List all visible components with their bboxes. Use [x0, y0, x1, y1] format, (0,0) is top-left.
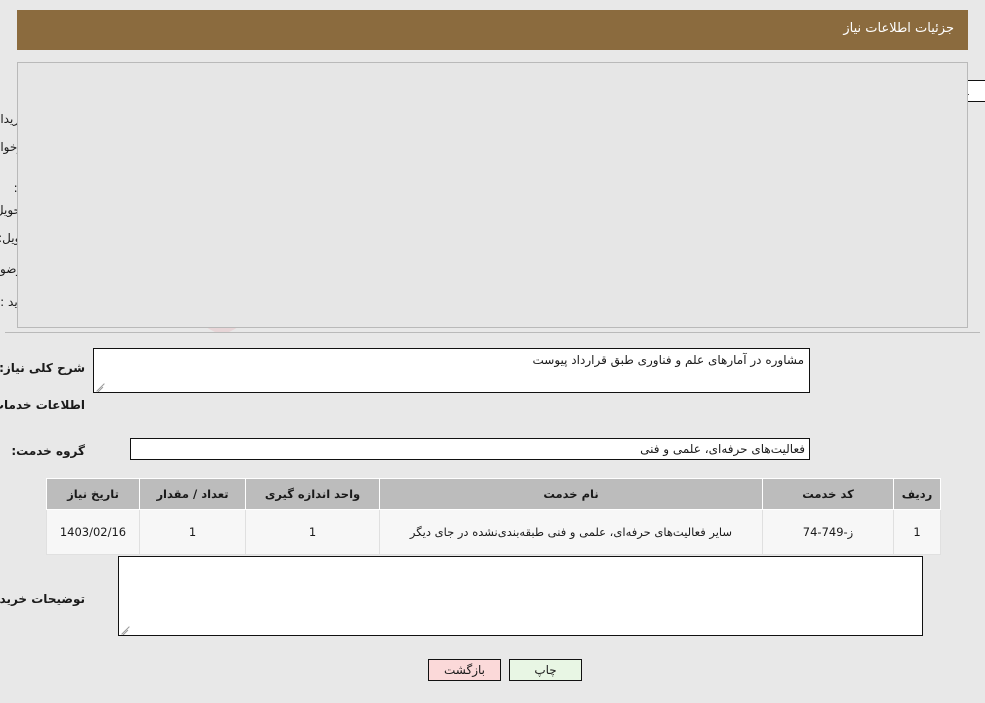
need-info-panel [17, 62, 968, 328]
col-row-no: ردیف [893, 478, 941, 510]
cell-service-name: سایر فعالیت‌های حرفه‌ای، علمی و فنی طبقه… [379, 509, 763, 555]
cell-unit: 1 [245, 509, 380, 555]
back-button[interactable]: بازگشت [428, 659, 501, 681]
col-quantity: تعداد / مقدار [139, 478, 246, 510]
col-unit: واحد اندازه گیری [245, 478, 380, 510]
cell-row-no: 1 [893, 509, 941, 555]
cell-need-date: 1403/02/16 [46, 509, 140, 555]
table-row: 1 ز-749-74 سایر فعالیت‌های حرفه‌ای، علمی… [46, 509, 941, 555]
cell-quantity: 1 [139, 509, 246, 555]
col-service-code: کد خدمت [762, 478, 894, 510]
page-header: جزئیات اطلاعات نیاز [17, 10, 968, 50]
table-header-row: ردیف کد خدمت نام خدمت واحد اندازه گیری ت… [46, 478, 941, 510]
print-button[interactable]: چاپ [509, 659, 582, 681]
col-need-date: تاریخ نیاز [46, 478, 140, 510]
services-table: ردیف کد خدمت نام خدمت واحد اندازه گیری ت… [46, 478, 941, 555]
col-service-name: نام خدمت [379, 478, 763, 510]
cell-service-code: ز-749-74 [762, 509, 894, 555]
page-title: جزئیات اطلاعات نیاز [843, 21, 954, 36]
